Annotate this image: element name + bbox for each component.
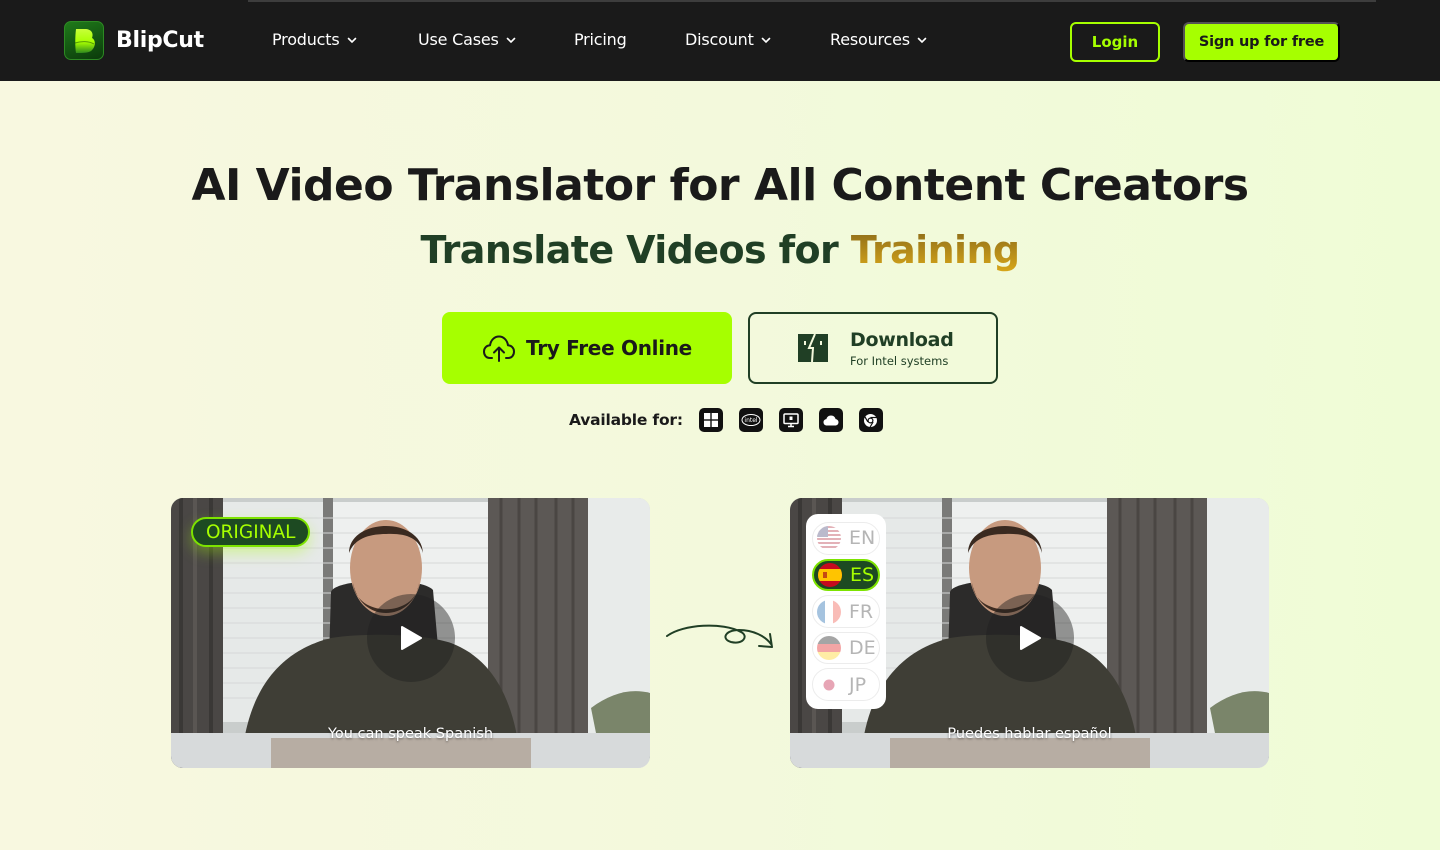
- nav-item-products[interactable]: Products: [272, 30, 357, 49]
- available-for-label: Available for:: [569, 411, 683, 429]
- language-option-de[interactable]: DE: [812, 631, 880, 665]
- language-code: FR: [849, 600, 874, 623]
- japan-flag-icon: [817, 672, 841, 697]
- cloud-icon[interactable]: [818, 408, 843, 432]
- hero-subtitle-prefix: Translate Videos for: [420, 228, 851, 272]
- nav-item-discount[interactable]: Discount: [685, 30, 771, 49]
- blipcut-logo-icon: [64, 21, 104, 60]
- cloud-upload-icon: [483, 335, 516, 362]
- chevron-down-icon: [917, 37, 927, 43]
- nav-item-use-cases[interactable]: Use Cases: [418, 30, 516, 49]
- original-badge: ORIGINAL: [191, 517, 311, 547]
- download-label: Download: [850, 328, 954, 351]
- chevron-down-icon: [347, 37, 356, 43]
- translated-subtitle-caption: Puedes hablar español: [947, 726, 1112, 742]
- top-navbar: BlipCut Products Use Cases Pricing Disco…: [0, 0, 1440, 81]
- language-code: DE: [849, 637, 876, 660]
- windows-icon[interactable]: [698, 408, 723, 432]
- language-selector: EN ES FR DE JP: [806, 514, 886, 709]
- hero-title: AI Video Translator for All Content Crea…: [191, 160, 1249, 211]
- chevron-down-icon: [506, 37, 515, 43]
- download-sublabel: For Intel systems: [850, 353, 949, 368]
- france-flag-icon: [817, 599, 841, 624]
- desktop-app-icon[interactable]: [778, 408, 803, 432]
- language-code: JP: [849, 673, 867, 696]
- play-button[interactable]: [986, 594, 1074, 682]
- language-code: ES: [850, 563, 875, 586]
- nav-top-divider: [248, 0, 1376, 2]
- chrome-icon[interactable]: [858, 408, 883, 432]
- nav-item-label: Discount: [685, 30, 754, 49]
- hero-subtitle: Translate Videos for Training: [0, 228, 1440, 272]
- nav-item-resources[interactable]: Resources: [830, 30, 927, 49]
- brand-logo-link[interactable]: BlipCut: [64, 21, 204, 60]
- try-free-online-label: Try Free Online: [526, 336, 692, 360]
- play-button[interactable]: [367, 594, 455, 682]
- play-icon: [401, 626, 422, 650]
- nav-item-label: Pricing: [574, 30, 627, 49]
- us-flag-icon: [817, 526, 841, 551]
- spain-flag-icon: [818, 562, 842, 587]
- intel-icon[interactable]: intel: [738, 408, 763, 432]
- nav-item-label: Use Cases: [418, 30, 499, 49]
- mac-finder-icon: [798, 334, 828, 362]
- svg-text:intel: intel: [744, 417, 758, 424]
- available-platforms: Available for: intel: [569, 408, 899, 432]
- brand-name: BlipCut: [116, 28, 204, 53]
- hero-subtitle-accent: Training: [850, 228, 1020, 272]
- chevron-down-icon: [761, 37, 770, 43]
- download-button[interactable]: Download For Intel systems: [748, 312, 998, 384]
- nav-item-label: Resources: [830, 30, 910, 49]
- language-option-es[interactable]: ES: [812, 558, 880, 592]
- translated-video-player[interactable]: EN ES FR DE JP Puedes hablar español: [790, 498, 1269, 768]
- try-free-online-button[interactable]: Try Free Online: [442, 312, 732, 384]
- play-icon: [1020, 626, 1041, 650]
- language-code: EN: [849, 527, 876, 550]
- germany-flag-icon: [817, 636, 841, 661]
- signup-button[interactable]: Sign up for free: [1183, 22, 1340, 62]
- language-option-en[interactable]: EN: [812, 522, 880, 555]
- login-button[interactable]: Login: [1070, 22, 1160, 62]
- original-video-player[interactable]: ORIGINAL You can speak Spanish: [171, 498, 650, 768]
- language-option-jp[interactable]: JP: [812, 668, 880, 701]
- nav-item-pricing[interactable]: Pricing: [574, 30, 627, 49]
- nav-item-label: Products: [272, 30, 340, 49]
- original-subtitle-caption: You can speak Spanish: [327, 726, 494, 742]
- language-option-fr[interactable]: FR: [812, 595, 880, 628]
- curly-arrow-icon: [666, 624, 773, 648]
